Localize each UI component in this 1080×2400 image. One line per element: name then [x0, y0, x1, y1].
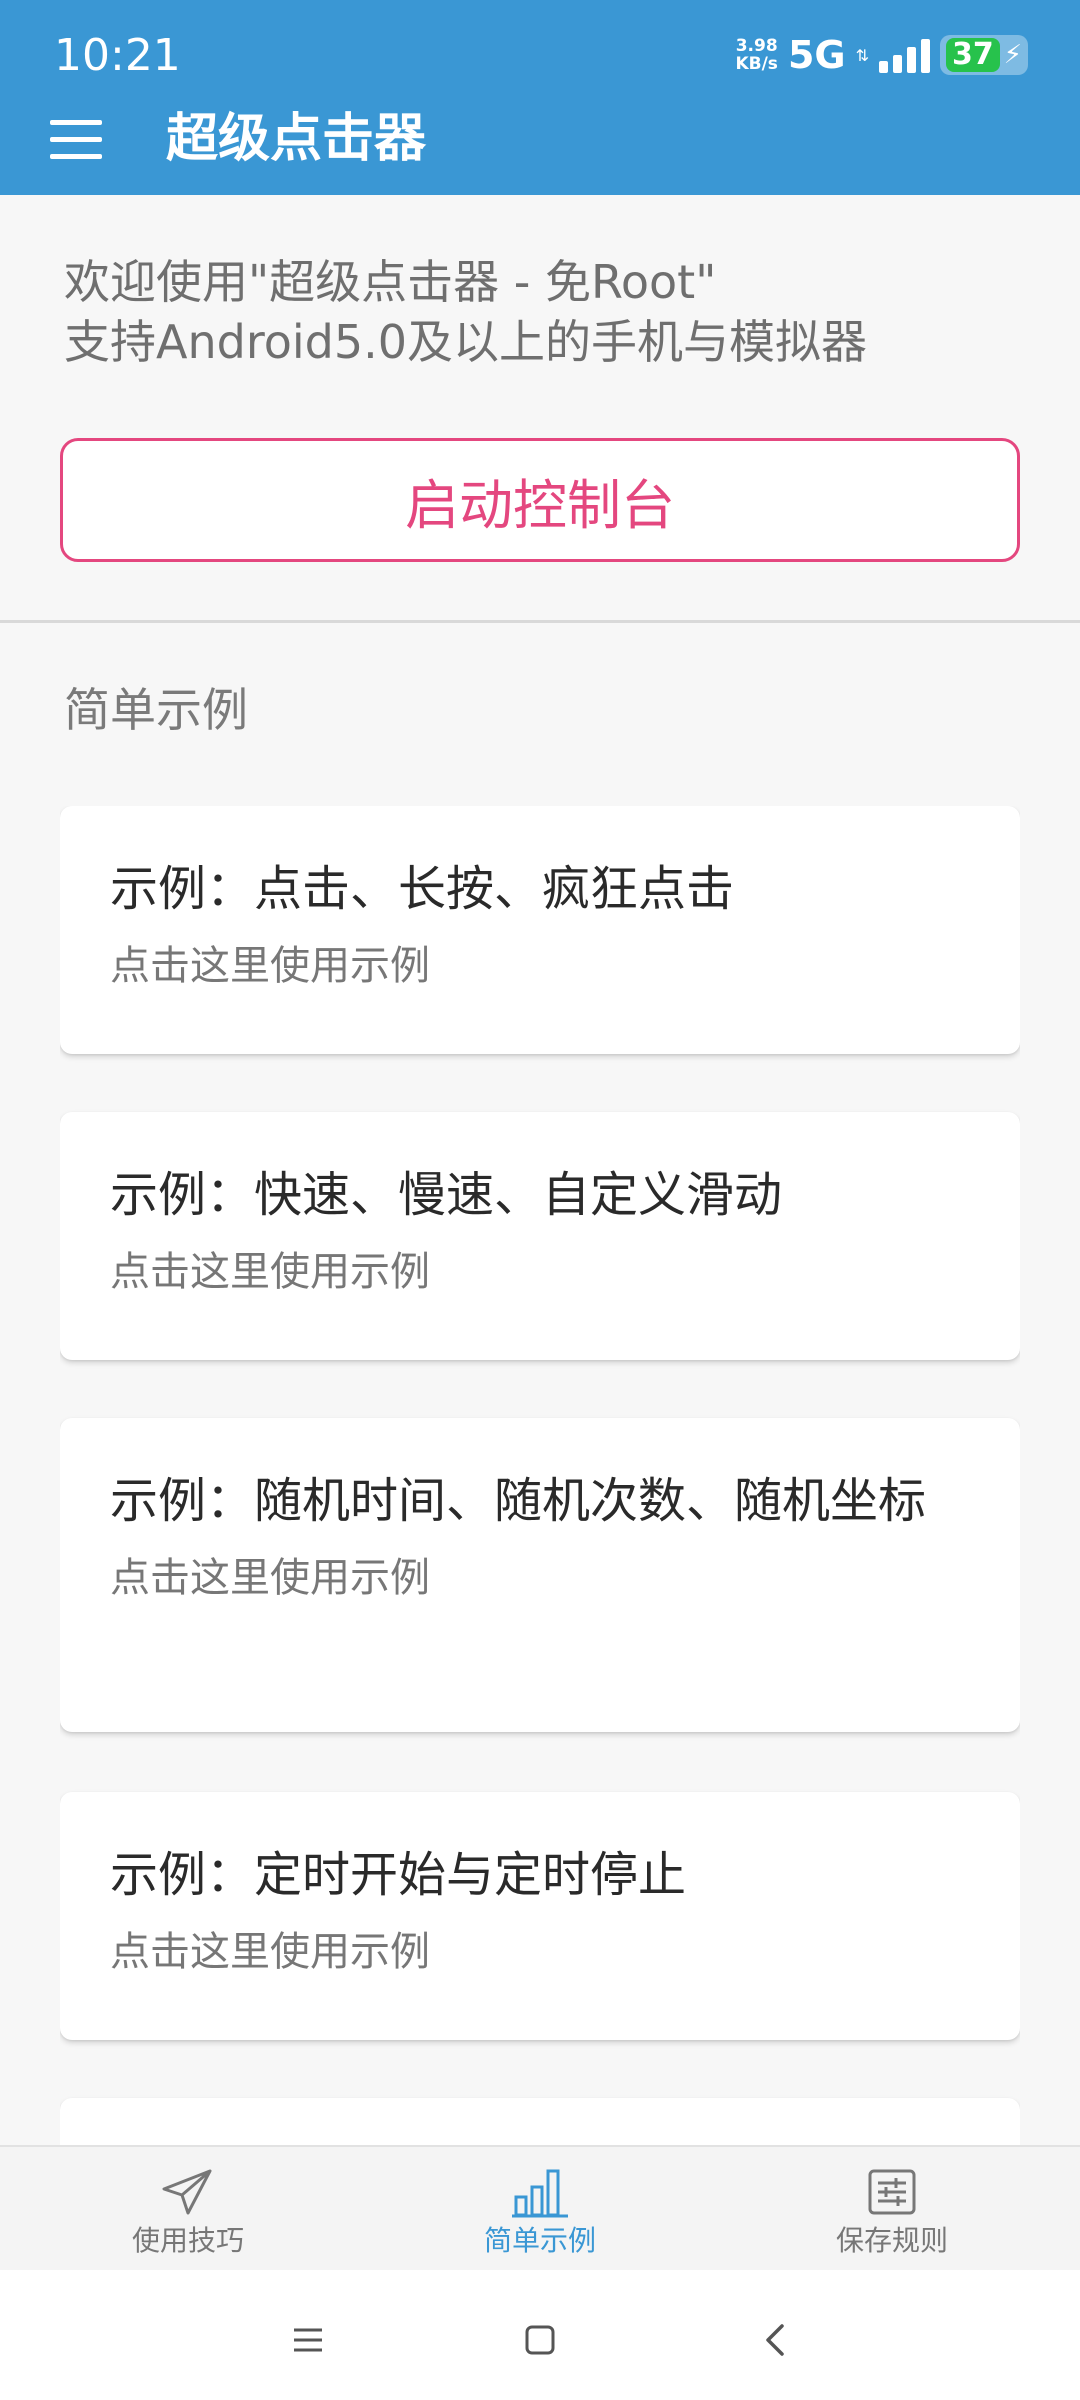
sliders-icon: [868, 2169, 916, 2215]
example-card-title: 示例：随机时间、随机次数、随机坐标: [110, 1473, 927, 1529]
start-console-button[interactable]: 启动控制台: [60, 438, 1020, 562]
app-title: 超级点击器: [166, 109, 427, 169]
nav-label-examples: 简单示例: [483, 2224, 596, 2257]
recent-apps-icon[interactable]: [278, 2310, 338, 2370]
back-icon[interactable]: [746, 2310, 806, 2370]
example-card-subtitle: 点击这里使用示例: [110, 1929, 430, 1975]
example-card-swipe[interactable]: 示例：快速、慢速、自定义滑动 点击这里使用示例: [60, 1112, 1020, 1360]
paper-plane-icon: [162, 2169, 212, 2215]
welcome-text: 欢迎使用"超级点击器 - 免Root" 支持Android5.0及以上的手机与模…: [64, 252, 1024, 372]
nav-item-rules[interactable]: 保存规则: [712, 2147, 1072, 2272]
network-speed-value: 3.98: [735, 36, 778, 56]
bottom-navigation: 使用技巧 简单示例 保存规则: [0, 2145, 1080, 2270]
welcome-line-1: 欢迎使用"超级点击器 - 免Root": [64, 255, 717, 309]
network-speed-unit: KB/s: [735, 54, 778, 74]
example-card-partial[interactable]: [60, 2098, 1020, 2146]
example-card-title: 示例：定时开始与定时停止: [110, 1847, 687, 1903]
network-speed: 3.98 KB/s: [735, 37, 777, 73]
example-card-subtitle: 点击这里使用示例: [110, 1249, 430, 1295]
example-card-random[interactable]: 示例：随机时间、随机次数、随机坐标 点击这里使用示例: [60, 1418, 1020, 1732]
system-navigation-bar: [0, 2270, 1080, 2400]
home-icon[interactable]: [510, 2310, 570, 2370]
example-card-subtitle: 点击这里使用示例: [110, 943, 430, 989]
nav-item-examples[interactable]: 简单示例: [360, 2147, 720, 2272]
battery-icon: 37 ⚡: [939, 35, 1028, 75]
battery-level: 37: [945, 38, 1000, 72]
welcome-line-2: 支持Android5.0及以上的手机与模拟器: [64, 315, 868, 369]
status-time: 10:21: [54, 30, 181, 81]
nav-label-tips: 使用技巧: [131, 2224, 244, 2257]
nav-item-tips[interactable]: 使用技巧: [8, 2147, 368, 2272]
status-icons: 3.98 KB/s 5G ⇅ 37 ⚡: [735, 30, 1028, 80]
example-card-title: 示例：快速、慢速、自定义滑动: [110, 1167, 783, 1223]
network-type: 5G: [787, 33, 846, 77]
top-bar: 10:21 3.98 KB/s 5G ⇅ 37 ⚡ 超级点击器: [0, 0, 1080, 195]
section-divider: [0, 620, 1080, 623]
example-card-timer[interactable]: 示例：定时开始与定时停止 点击这里使用示例: [60, 1792, 1020, 2040]
example-card-click[interactable]: 示例：点击、长按、疯狂点击 点击这里使用示例: [60, 806, 1020, 1054]
charging-bolt-icon: ⚡: [1003, 40, 1022, 70]
nav-label-rules: 保存规则: [835, 2224, 948, 2257]
example-list: 示例：点击、长按、疯狂点击 点击这里使用示例 示例：快速、慢速、自定义滑动 点击…: [60, 806, 1020, 2146]
bar-chart-icon: [512, 2169, 568, 2218]
section-title: 简单示例: [64, 683, 248, 737]
data-activity-icon: ⇅: [855, 45, 869, 65]
signal-strength-icon: [878, 37, 930, 73]
example-card-subtitle: 点击这里使用示例: [110, 1555, 430, 1601]
hamburger-menu-icon[interactable]: [50, 120, 104, 160]
example-card-title: 示例：点击、长按、疯狂点击: [110, 861, 735, 917]
